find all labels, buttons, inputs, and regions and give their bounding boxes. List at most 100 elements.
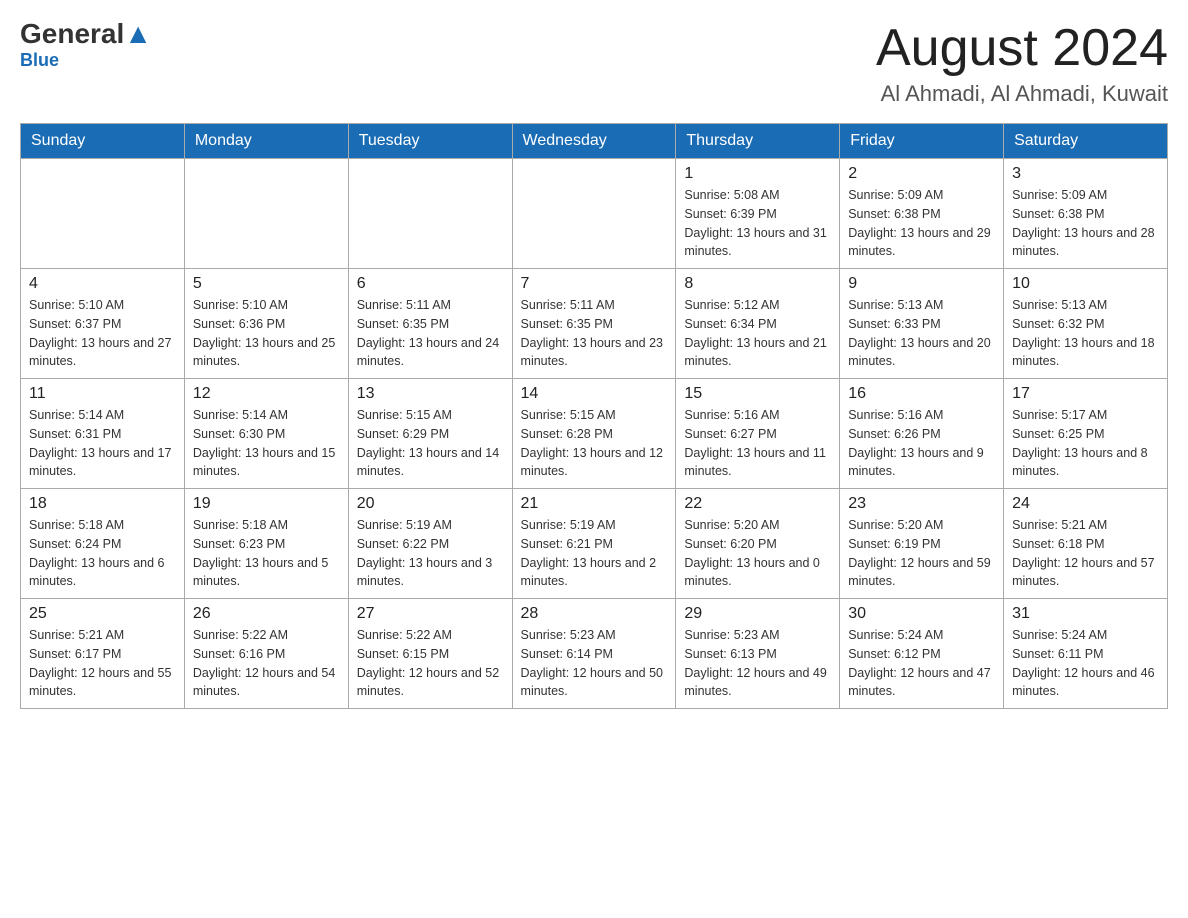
day-number: 10 bbox=[1012, 275, 1159, 293]
day-number: 23 bbox=[848, 495, 995, 513]
logo-sub: Blue bbox=[20, 50, 59, 71]
day-info: Sunrise: 5:15 AMSunset: 6:29 PMDaylight:… bbox=[357, 406, 504, 481]
weekday-header-thursday: Thursday bbox=[676, 124, 840, 159]
calendar-cell: 25 Sunrise: 5:21 AMSunset: 6:17 PMDayligh… bbox=[21, 599, 185, 709]
day-info: Sunrise: 5:19 AMSunset: 6:22 PMDaylight:… bbox=[357, 516, 504, 591]
day-number: 4 bbox=[29, 275, 176, 293]
day-number: 3 bbox=[1012, 165, 1159, 183]
weekday-header-monday: Monday bbox=[184, 124, 348, 159]
day-number: 22 bbox=[684, 495, 831, 513]
calendar-cell: 8 Sunrise: 5:12 AMSunset: 6:34 PMDaylight… bbox=[676, 269, 840, 379]
calendar-week-5: 25 Sunrise: 5:21 AMSunset: 6:17 PMDayligh… bbox=[21, 599, 1168, 709]
day-number: 2 bbox=[848, 165, 995, 183]
day-info: Sunrise: 5:23 AMSunset: 6:13 PMDaylight:… bbox=[684, 626, 831, 701]
calendar-cell: 5Sunrise: 5:10 AMSunset: 6:36 PMDaylight… bbox=[184, 269, 348, 379]
day-number: 14 bbox=[521, 385, 668, 403]
weekday-header-sunday: Sunday bbox=[21, 124, 185, 159]
weekday-header-row: SundayMondayTuesdayWednesdayThursdayFrid… bbox=[21, 124, 1168, 159]
day-info: Sunrise: 5:22 AMSunset: 6:16 PMDaylight:… bbox=[193, 626, 340, 701]
day-info: Sunrise: 5:16 AMSunset: 6:26 PMDaylight:… bbox=[848, 406, 995, 481]
day-number: 28 bbox=[521, 605, 668, 623]
day-number: 8 bbox=[684, 275, 831, 293]
calendar-week-3: 11 Sunrise: 5:14 AMSunset: 6:31 PMDayligh… bbox=[21, 379, 1168, 489]
day-info: Sunrise: 5:23 AMSunset: 6:14 PMDaylight:… bbox=[521, 626, 668, 701]
calendar-cell: 10Sunrise: 5:13 AMSunset: 6:32 PMDayligh… bbox=[1004, 269, 1168, 379]
day-number: 19 bbox=[193, 495, 340, 513]
day-number: 1 bbox=[684, 165, 831, 183]
calendar-week-2: 4 Sunrise: 5:10 AMSunset: 6:37 PMDaylight… bbox=[21, 269, 1168, 379]
day-info: Sunrise: 5:10 AMSunset: 6:36 PMDaylight:… bbox=[193, 296, 340, 371]
calendar-cell: 19 Sunrise: 5:18 AMSunset: 6:23 PMDayligh… bbox=[184, 489, 348, 599]
day-info: Sunrise: 5:18 AMSunset: 6:24 PMDaylight:… bbox=[29, 516, 176, 591]
day-info: Sunrise: 5:19 AMSunset: 6:21 PMDaylight:… bbox=[521, 516, 668, 591]
page-header: General▲ Blue August 2024 Al Ahmadi, Al … bbox=[20, 20, 1168, 107]
weekday-header-tuesday: Tuesday bbox=[348, 124, 512, 159]
day-info: Sunrise: 5:14 AMSunset: 6:30 PMDaylight:… bbox=[193, 406, 340, 481]
day-number: 12 bbox=[193, 385, 340, 403]
day-info: Sunrise: 5:18 AMSunset: 6:23 PMDaylight:… bbox=[193, 516, 340, 591]
calendar-cell: 29 Sunrise: 5:23 AMSunset: 6:13 PMDayligh… bbox=[676, 599, 840, 709]
calendar-cell bbox=[512, 159, 676, 269]
day-info: Sunrise: 5:10 AMSunset: 6:37 PMDaylight:… bbox=[29, 296, 176, 371]
calendar-cell: 26 Sunrise: 5:22 AMSunset: 6:16 PMDayligh… bbox=[184, 599, 348, 709]
day-number: 21 bbox=[521, 495, 668, 513]
day-info: Sunrise: 5:09 AMSunset: 6:38 PMDaylight:… bbox=[1012, 186, 1159, 261]
day-number: 31 bbox=[1012, 605, 1159, 623]
day-number: 7 bbox=[521, 275, 668, 293]
page-subtitle: Al Ahmadi, Al Ahmadi, Kuwait bbox=[876, 81, 1168, 107]
calendar-cell: 9Sunrise: 5:13 AMSunset: 6:33 PMDaylight… bbox=[840, 269, 1004, 379]
day-info: Sunrise: 5:11 AMSunset: 6:35 PMDaylight:… bbox=[357, 296, 504, 371]
day-info: Sunrise: 5:09 AMSunset: 6:38 PMDaylight:… bbox=[848, 186, 995, 261]
day-info: Sunrise: 5:17 AMSunset: 6:25 PMDaylight:… bbox=[1012, 406, 1159, 481]
calendar-cell: 11 Sunrise: 5:14 AMSunset: 6:31 PMDayligh… bbox=[21, 379, 185, 489]
calendar-week-4: 18Sunrise: 5:18 AMSunset: 6:24 PMDayligh… bbox=[21, 489, 1168, 599]
day-info: Sunrise: 5:24 AMSunset: 6:12 PMDaylight:… bbox=[848, 626, 995, 701]
day-info: Sunrise: 5:20 AMSunset: 6:19 PMDaylight:… bbox=[848, 516, 995, 591]
calendar-cell: 31Sunrise: 5:24 AMSunset: 6:11 PMDayligh… bbox=[1004, 599, 1168, 709]
day-info: Sunrise: 5:11 AMSunset: 6:35 PMDaylight:… bbox=[521, 296, 668, 371]
calendar-cell: 21 Sunrise: 5:19 AMSunset: 6:21 PMDayligh… bbox=[512, 489, 676, 599]
day-info: Sunrise: 5:13 AMSunset: 6:33 PMDaylight:… bbox=[848, 296, 995, 371]
calendar-cell: 17 Sunrise: 5:17 AMSunset: 6:25 PMDayligh… bbox=[1004, 379, 1168, 489]
day-number: 25 bbox=[29, 605, 176, 623]
calendar-cell: 14 Sunrise: 5:15 AMSunset: 6:28 PMDayligh… bbox=[512, 379, 676, 489]
logo-text: General▲ bbox=[20, 20, 152, 48]
calendar-cell: 15 Sunrise: 5:16 AMSunset: 6:27 PMDayligh… bbox=[676, 379, 840, 489]
day-number: 11 bbox=[29, 385, 176, 403]
calendar-cell: 27 Sunrise: 5:22 AMSunset: 6:15 PMDayligh… bbox=[348, 599, 512, 709]
title-block: August 2024 Al Ahmadi, Al Ahmadi, Kuwait bbox=[876, 20, 1168, 107]
calendar-cell: 1Sunrise: 5:08 AMSunset: 6:39 PMDaylight… bbox=[676, 159, 840, 269]
day-info: Sunrise: 5:16 AMSunset: 6:27 PMDaylight:… bbox=[684, 406, 831, 481]
day-number: 26 bbox=[193, 605, 340, 623]
day-number: 15 bbox=[684, 385, 831, 403]
day-info: Sunrise: 5:21 AMSunset: 6:18 PMDaylight:… bbox=[1012, 516, 1159, 591]
calendar-cell: 20Sunrise: 5:19 AMSunset: 6:22 PMDayligh… bbox=[348, 489, 512, 599]
day-number: 6 bbox=[357, 275, 504, 293]
day-info: Sunrise: 5:14 AMSunset: 6:31 PMDaylight:… bbox=[29, 406, 176, 481]
calendar-table: SundayMondayTuesdayWednesdayThursdayFrid… bbox=[20, 123, 1168, 709]
day-number: 29 bbox=[684, 605, 831, 623]
calendar-cell: 30 Sunrise: 5:24 AMSunset: 6:12 PMDayligh… bbox=[840, 599, 1004, 709]
day-number: 30 bbox=[848, 605, 995, 623]
calendar-cell bbox=[184, 159, 348, 269]
calendar-cell: 22 Sunrise: 5:20 AMSunset: 6:20 PMDayligh… bbox=[676, 489, 840, 599]
day-info: Sunrise: 5:22 AMSunset: 6:15 PMDaylight:… bbox=[357, 626, 504, 701]
day-info: Sunrise: 5:12 AMSunset: 6:34 PMDaylight:… bbox=[684, 296, 831, 371]
logo: General▲ Blue bbox=[20, 20, 152, 71]
page-title: August 2024 bbox=[876, 20, 1168, 77]
calendar-cell: 23 Sunrise: 5:20 AMSunset: 6:19 PMDayligh… bbox=[840, 489, 1004, 599]
calendar-cell: 7 Sunrise: 5:11 AMSunset: 6:35 PMDaylight… bbox=[512, 269, 676, 379]
day-number: 13 bbox=[357, 385, 504, 403]
day-number: 17 bbox=[1012, 385, 1159, 403]
day-number: 24 bbox=[1012, 495, 1159, 513]
calendar-cell: 18Sunrise: 5:18 AMSunset: 6:24 PMDayligh… bbox=[21, 489, 185, 599]
calendar-cell bbox=[348, 159, 512, 269]
day-number: 27 bbox=[357, 605, 504, 623]
day-info: Sunrise: 5:20 AMSunset: 6:20 PMDaylight:… bbox=[684, 516, 831, 591]
calendar-cell: 12 Sunrise: 5:14 AMSunset: 6:30 PMDayligh… bbox=[184, 379, 348, 489]
day-info: Sunrise: 5:15 AMSunset: 6:28 PMDaylight:… bbox=[521, 406, 668, 481]
calendar-cell: 16Sunrise: 5:16 AMSunset: 6:26 PMDayligh… bbox=[840, 379, 1004, 489]
calendar-cell: 13 Sunrise: 5:15 AMSunset: 6:29 PMDayligh… bbox=[348, 379, 512, 489]
calendar-cell bbox=[21, 159, 185, 269]
day-info: Sunrise: 5:21 AMSunset: 6:17 PMDaylight:… bbox=[29, 626, 176, 701]
